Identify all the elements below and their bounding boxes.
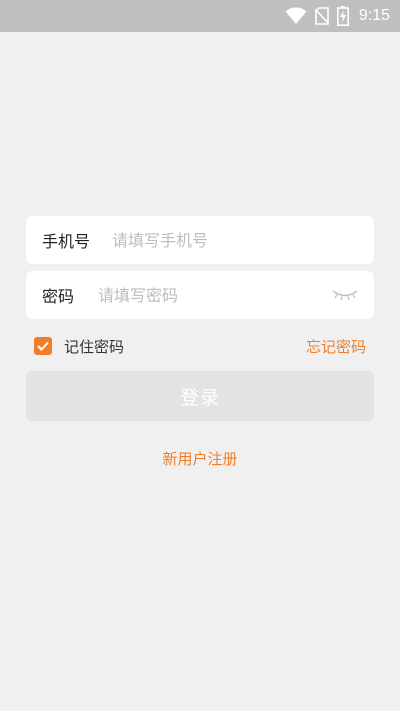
remember-password-checkbox[interactable] (34, 337, 52, 355)
battery-charging-icon (336, 6, 349, 26)
wifi-icon (285, 7, 307, 25)
checkmark-icon (37, 341, 49, 351)
status-time: 9:15 (358, 7, 390, 24)
register-link[interactable]: 新用户注册 (0, 448, 400, 469)
phone-field: 手机号 (26, 216, 374, 264)
remember-row: 记住密码 忘记密码 (34, 335, 366, 357)
password-input[interactable] (96, 284, 330, 306)
remember-password-label[interactable]: 记住密码 (64, 336, 124, 357)
status-bar: 9:15 (0, 0, 400, 32)
no-sim-icon (314, 7, 329, 25)
login-button[interactable]: 登录 (26, 371, 374, 421)
eye-closed-icon[interactable] (330, 285, 360, 305)
password-label: 密码 (42, 287, 75, 306)
password-field: 密码 (26, 271, 374, 319)
forgot-password-link[interactable]: 忘记密码 (306, 336, 366, 357)
phone-input[interactable] (110, 229, 374, 251)
phone-label: 手机号 (42, 232, 91, 251)
remember-password-option: 记住密码 (34, 336, 124, 357)
